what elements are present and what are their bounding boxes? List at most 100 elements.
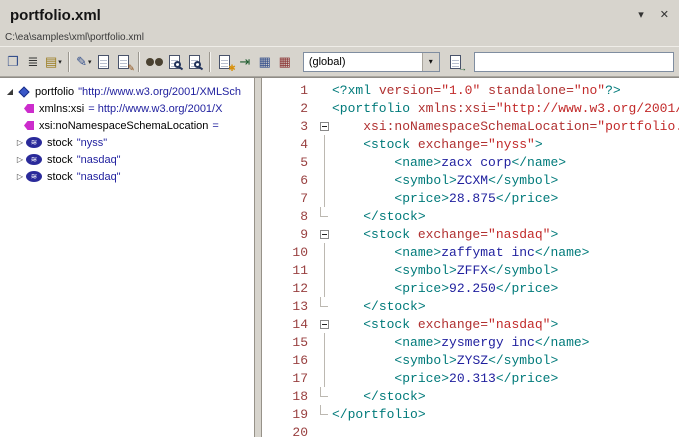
fold-margin <box>316 81 332 99</box>
browse-document-icon[interactable] <box>165 51 185 73</box>
go-icon[interactable]: → <box>446 51 466 73</box>
toolbar-icon-group: ❐≣▤▾✎▾✎✱⇥▦▦ <box>3 51 295 73</box>
tree-item-label: stock <box>47 154 73 166</box>
preview-document-icon[interactable] <box>185 51 205 73</box>
table-view-icon[interactable]: ▦ <box>255 51 275 73</box>
xml-source-editor[interactable]: 1<?xml version="1.0" standalone="no"?> 2 <… <box>261 78 679 437</box>
window-menu-icon[interactable]: ▾ <box>638 10 644 21</box>
code-line: 16 <symbol>ZYSZ</symbol> <box>262 351 679 369</box>
tree-item-label: stock <box>47 137 73 149</box>
line-number: 20 <box>262 425 316 437</box>
line-number: 19 <box>262 407 316 422</box>
titlebar: portfolio.xml ▾ ✕ <box>0 0 679 30</box>
tree-item[interactable]: xsi:noNamespaceSchemaLocation= <box>0 117 254 134</box>
fold-box-icon[interactable] <box>316 117 332 135</box>
element-diamond-icon <box>18 86 29 97</box>
numbered-list-icon[interactable]: ≣ <box>23 51 43 73</box>
xml-tree-panel[interactable]: ◢portfolio"http://www.w3.org/2001/XMLSch… <box>0 78 255 437</box>
line-number: 8 <box>262 209 316 224</box>
scope-combobox-value: (global) <box>304 56 422 68</box>
line-number: 2 <box>262 101 316 116</box>
edit-document-icon[interactable]: ✎ <box>114 51 134 73</box>
fold-line-icon <box>316 135 332 153</box>
collapsed-expander-icon[interactable]: ▷ <box>14 173 26 181</box>
tree-item[interactable]: ◢portfolio"http://www.w3.org/2001/XMLSch <box>0 83 254 100</box>
line-number: 16 <box>262 353 316 368</box>
close-icon[interactable]: ✕ <box>660 10 669 21</box>
code-text[interactable]: <price>20.313</price> <box>332 371 679 386</box>
fold-end-icon <box>316 297 332 315</box>
attribute-icon <box>24 121 34 130</box>
code-line: 11 <symbol>ZFFX</symbol> <box>262 261 679 279</box>
line-number: 13 <box>262 299 316 314</box>
tree-item-label: portfolio <box>35 86 74 98</box>
line-number: 3 <box>262 119 316 134</box>
tree-item[interactable]: ▷≋ stock "nyss" <box>0 134 254 151</box>
toolbar-go-group: → <box>446 51 466 73</box>
code-text[interactable]: <symbol>ZFFX</symbol> <box>332 263 679 278</box>
toolbar: ❐≣▤▾✎▾✎✱⇥▦▦ (global) ▾ → <box>0 46 679 77</box>
tree-item-value: "nyss" <box>77 137 107 149</box>
fold-end-icon <box>316 405 332 423</box>
code-text[interactable]: <price>28.875</price> <box>332 191 679 206</box>
fold-margin <box>316 99 332 117</box>
code-text[interactable]: <price>92.250</price> <box>332 281 679 296</box>
fold-line-icon <box>316 243 332 261</box>
tree-item-label: stock <box>47 171 73 183</box>
tree-item[interactable]: xmlns:xsi= http://www.w3.org/2001/X <box>0 100 254 117</box>
code-text[interactable]: xsi:noNamespaceSchemaLocation="portfolio… <box>332 119 679 134</box>
fold-box-icon[interactable] <box>316 315 332 333</box>
line-number: 6 <box>262 173 316 188</box>
fold-line-icon <box>316 171 332 189</box>
grid-view-icon[interactable]: ▦ <box>275 51 295 73</box>
code-line: 17 <price>20.313</price> <box>262 369 679 387</box>
code-text[interactable]: <stock exchange="nyss"> <box>332 137 679 152</box>
tree-item[interactable]: ▷≋stock"nasdaq" <box>0 151 254 168</box>
code-text[interactable]: <stock exchange="nasdaq"> <box>332 227 679 242</box>
code-text[interactable]: </stock> <box>332 389 679 404</box>
code-text[interactable]: </stock> <box>332 209 679 224</box>
goto-icon[interactable]: ⇥ <box>235 51 255 73</box>
code-text[interactable]: <name>zacx corp</name> <box>332 155 679 170</box>
collapsed-expander-icon[interactable]: ▷ <box>14 139 26 147</box>
new-from-template-icon[interactable]: ✱ <box>215 51 235 73</box>
code-line: 7 <price>28.875</price> <box>262 189 679 207</box>
file-path: C:\ea\samples\xml\portfolio.xml <box>0 30 679 46</box>
code-text[interactable]: <symbol>ZYSZ</symbol> <box>332 353 679 368</box>
find-icon[interactable] <box>144 51 165 73</box>
search-input[interactable] <box>474 52 674 72</box>
line-number: 4 <box>262 137 316 152</box>
code-line: 12 <price>92.250</price> <box>262 279 679 297</box>
code-text[interactable]: <stock exchange="nasdaq"> <box>332 317 679 332</box>
tree-item[interactable]: ▷≋stock"nasdaq" <box>0 168 254 185</box>
code-text[interactable]: <symbol>ZCXM</symbol> <box>332 173 679 188</box>
fold-line-icon <box>316 333 332 351</box>
fold-box-icon[interactable] <box>316 225 332 243</box>
collapsed-expander-icon[interactable]: ▷ <box>14 156 26 164</box>
tree-item-value: "nasdaq" <box>77 154 121 166</box>
element-icon: ≋ <box>26 137 42 148</box>
line-number: 17 <box>262 371 316 386</box>
code-text[interactable]: <name>zaffymat inc</name> <box>332 245 679 260</box>
code-text[interactable]: <portfolio xmlns:xsi="http://www.w3.org/… <box>332 101 679 116</box>
code-line: 14 <stock exchange="nasdaq"> <box>262 315 679 333</box>
edit-dropdown-icon[interactable]: ✎▾ <box>74 51 94 73</box>
tree-item-label: xsi:noNamespaceSchemaLocation <box>39 120 208 132</box>
code-line: 1<?xml version="1.0" standalone="no"?> <box>262 81 679 99</box>
code-line: 2 <portfolio xmlns:xsi="http://www.w3.org… <box>262 99 679 117</box>
fold-line-icon <box>316 261 332 279</box>
line-number: 5 <box>262 155 316 170</box>
scope-combobox[interactable]: (global) ▾ <box>303 52 440 72</box>
line-number: 15 <box>262 335 316 350</box>
code-line: 3 xsi:noNamespaceSchemaLocation="portfol… <box>262 117 679 135</box>
code-text[interactable]: </portfolio> <box>332 407 679 422</box>
open-document-dropdown-icon[interactable]: ▤▾ <box>43 51 64 73</box>
code-text[interactable]: <name>zysmergy inc</name> <box>332 335 679 350</box>
expanded-expander-icon[interactable]: ◢ <box>4 88 16 96</box>
chevron-down-icon[interactable]: ▾ <box>422 53 439 71</box>
code-line: 8 </stock> <box>262 207 679 225</box>
schema-map-icon[interactable]: ❐ <box>3 51 23 73</box>
code-text[interactable]: <?xml version="1.0" standalone="no"?> <box>332 83 679 98</box>
code-text[interactable]: </stock> <box>332 299 679 314</box>
document-icon[interactable] <box>94 51 114 73</box>
